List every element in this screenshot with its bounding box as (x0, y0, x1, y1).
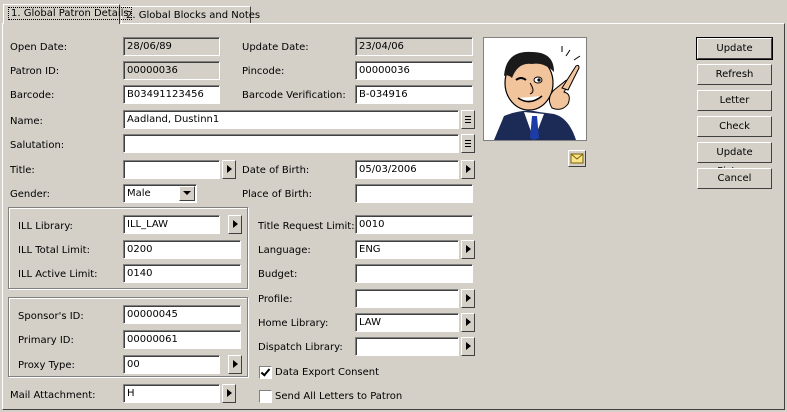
ill-library-label: ILL Library: (18, 221, 73, 232)
name-list-button[interactable] (461, 110, 475, 129)
update-date-field: 23/04/06 (355, 37, 473, 56)
mail-attachment-label: Mail Attachment: (10, 390, 96, 401)
send-all-letters-checkbox[interactable] (259, 390, 272, 403)
date-of-birth-input[interactable]: 05/03/2006 (355, 160, 459, 179)
barcode-verification-label: Barcode Verification: (242, 90, 346, 101)
gender-label: Gender: (10, 189, 51, 200)
patron-id-field: 00000036 (123, 61, 220, 80)
date-of-birth-picker-button[interactable] (461, 160, 475, 179)
profile-input[interactable] (355, 289, 459, 308)
cartoon-man-portrait-icon (484, 38, 586, 140)
mail-attachment-input[interactable]: H (123, 384, 220, 403)
home-library-label: Home Library: (258, 318, 329, 329)
primary-id-input[interactable]: 00000061 (123, 330, 241, 349)
title-request-limit-input[interactable]: 0010 (355, 215, 473, 234)
title-label: Title: (10, 165, 35, 176)
salutation-input[interactable] (123, 134, 459, 153)
tab-global-patron-details[interactable]: 1. Global Patron Details (3, 4, 132, 24)
barcode-verification-input[interactable]: B-034916 (355, 85, 473, 104)
update-picture-button[interactable]: Update Picture (697, 142, 772, 177)
salutation-label: Salutation: (10, 140, 65, 151)
open-date-label: Open Date: (10, 42, 68, 53)
patron-id-label: Patron ID: (10, 66, 60, 77)
name-input[interactable]: Aadland, Dustinn1 (123, 110, 459, 129)
proxy-type-input[interactable]: 00 (123, 355, 220, 374)
ill-active-limit-label: ILL Active Limit: (18, 269, 98, 280)
letter-button[interactable]: Letter (697, 90, 772, 111)
ill-total-limit-input[interactable]: 0200 (123, 240, 241, 259)
update-date-label: Update Date: (242, 42, 309, 53)
title-picker-button[interactable] (222, 160, 236, 179)
ill-total-limit-label: ILL Total Limit: (18, 245, 90, 256)
data-export-consent-checkbox[interactable] (259, 366, 272, 379)
sponsor-id-label: Sponsor's ID: (18, 311, 84, 322)
sponsor-id-input[interactable]: 00000045 (123, 305, 241, 324)
name-label: Name: (10, 116, 43, 127)
place-of-birth-input[interactable] (355, 184, 473, 203)
language-input[interactable]: ENG (355, 240, 459, 259)
refresh-button[interactable]: Refresh (697, 64, 772, 85)
gender-dropdown-button[interactable] (179, 186, 195, 201)
profile-label: Profile: (258, 294, 293, 305)
patron-photo (483, 37, 587, 141)
pincode-label: Pincode: (242, 66, 285, 77)
dispatch-library-label: Dispatch Library: (258, 342, 343, 353)
home-library-input[interactable]: LAW (355, 313, 459, 332)
pincode-input[interactable]: 00000036 (355, 61, 473, 80)
title-input[interactable] (123, 160, 220, 179)
language-picker-button[interactable] (461, 240, 475, 259)
update-button[interactable]: Update (696, 37, 773, 60)
salutation-list-button[interactable] (461, 134, 475, 153)
proxy-type-picker-button[interactable] (228, 355, 242, 374)
home-library-picker-button[interactable] (461, 313, 475, 332)
cancel-button[interactable]: Cancel (697, 168, 772, 189)
send-all-letters-label: Send All Letters to Patron (275, 391, 403, 402)
barcode-input[interactable]: B03491123456 (123, 85, 220, 104)
date-of-birth-label: Date of Birth: (242, 165, 310, 176)
title-request-limit-label: Title Request Limit: (258, 221, 355, 232)
mail-attachment-picker-button[interactable] (222, 384, 236, 403)
check-button[interactable]: Check (697, 116, 772, 137)
proxy-type-label: Proxy Type: (18, 360, 75, 371)
ill-library-input[interactable]: ILL_LAW (123, 215, 220, 234)
budget-label: Budget: (258, 269, 298, 280)
ill-active-limit-input[interactable]: 0140 (123, 264, 241, 283)
envelope-icon (570, 153, 584, 164)
data-export-consent-label: Data Export Consent (275, 367, 380, 378)
open-date-field: 28/06/89 (123, 37, 220, 56)
place-of-birth-label: Place of Birth: (242, 189, 312, 200)
dispatch-library-input[interactable] (355, 337, 459, 356)
dispatch-library-picker-button[interactable] (461, 337, 475, 356)
mail-button[interactable] (568, 150, 586, 167)
ill-library-picker-button[interactable] (228, 215, 242, 234)
barcode-label: Barcode: (10, 90, 55, 101)
budget-input[interactable] (355, 264, 473, 283)
language-label: Language: (258, 245, 311, 256)
tab-global-blocks-and-notes[interactable]: 2. Global Blocks and Notes (121, 6, 260, 24)
primary-id-label: Primary ID: (18, 335, 74, 346)
profile-picker-button[interactable] (461, 289, 475, 308)
